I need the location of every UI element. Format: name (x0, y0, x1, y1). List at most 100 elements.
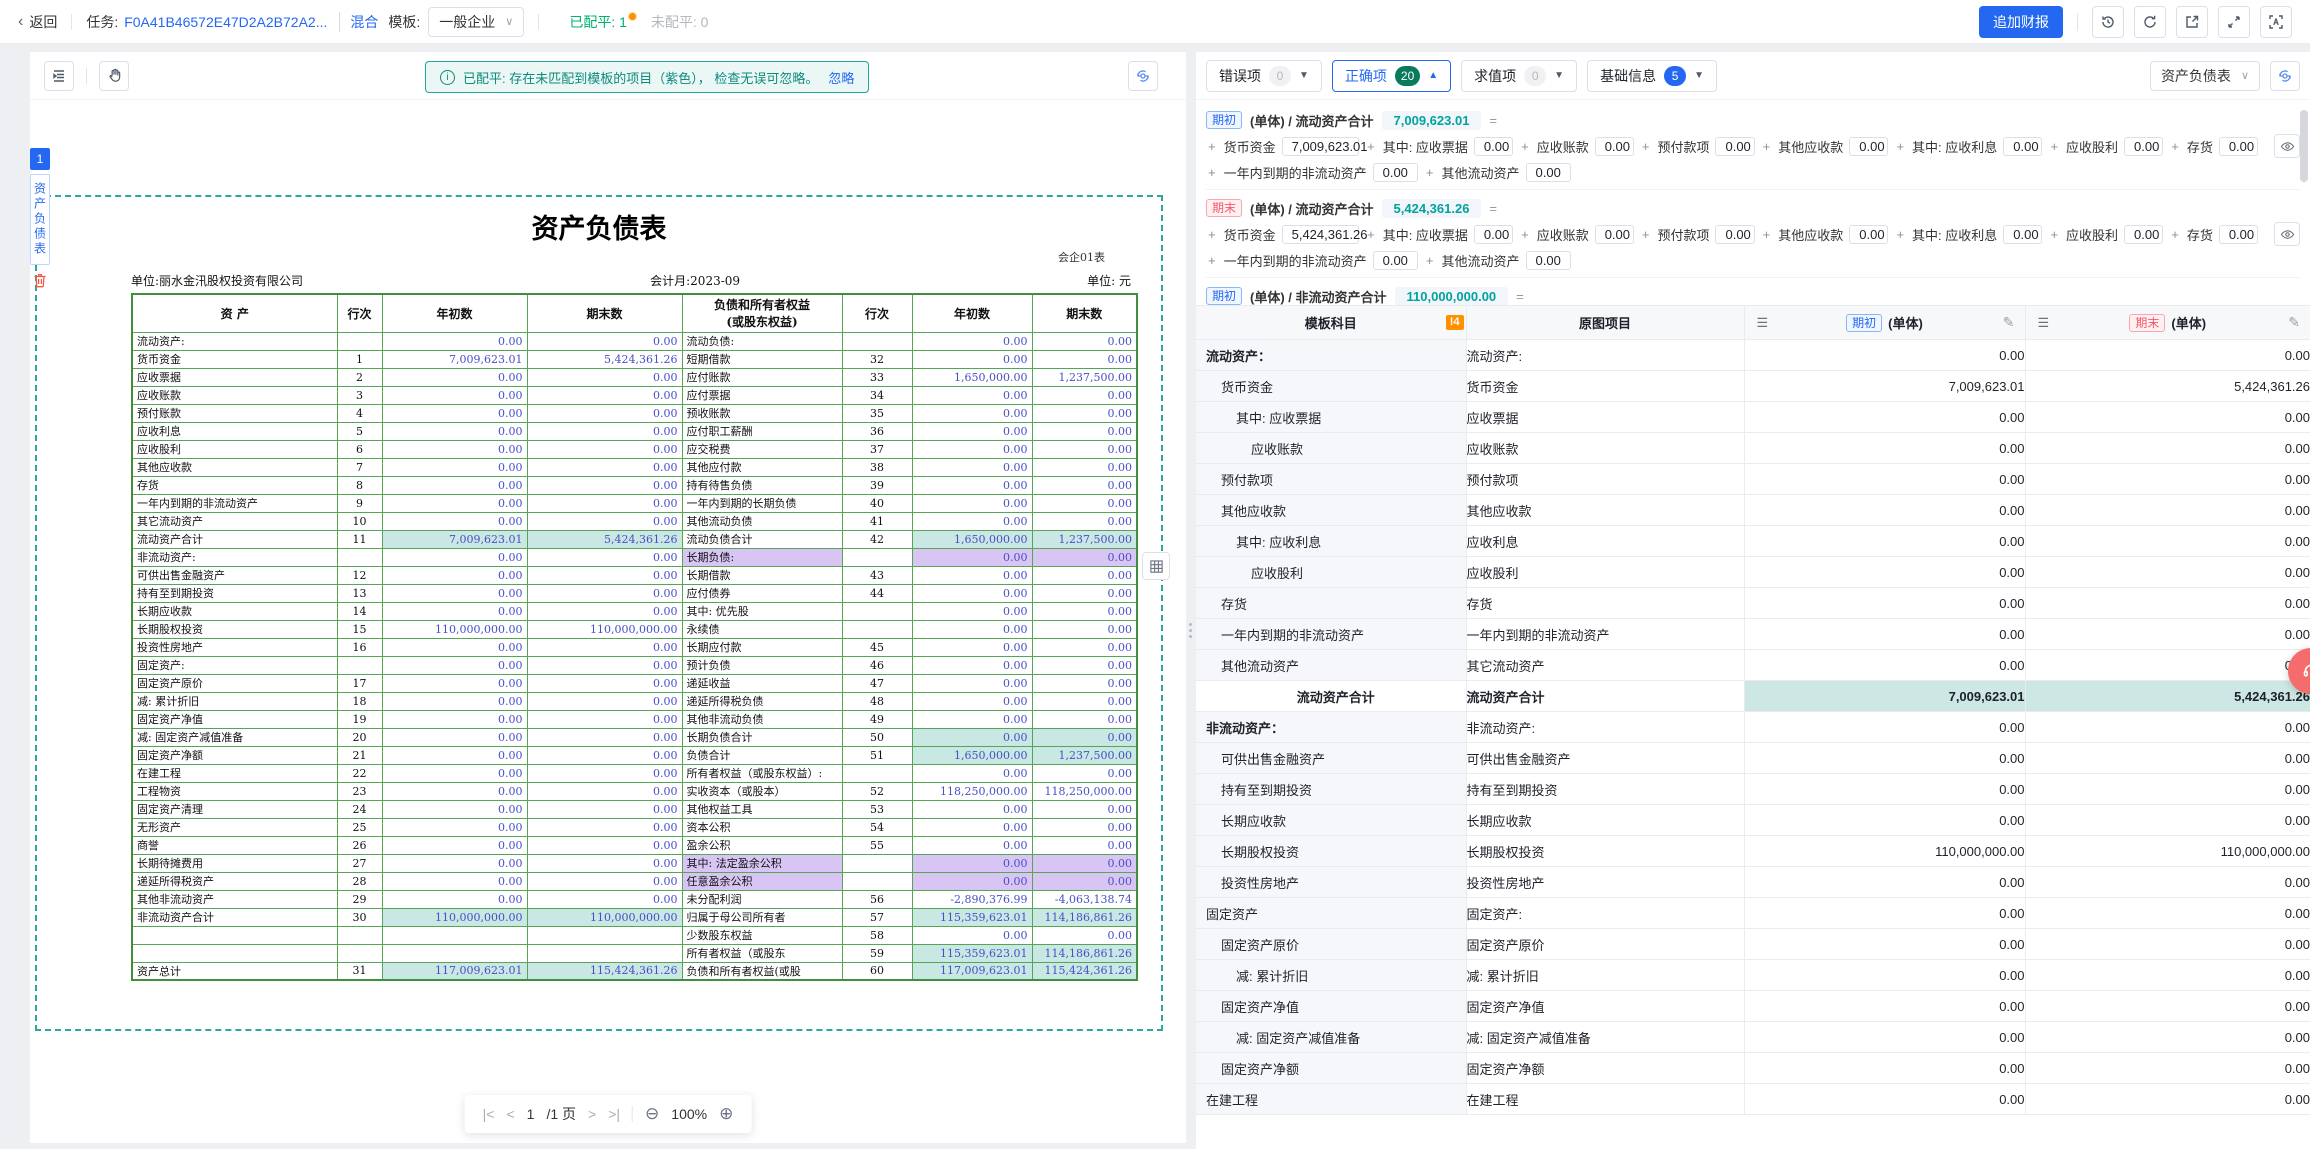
doc-amount-cell[interactable]: 115,424,361.26 (527, 962, 682, 980)
map-end-value[interactable]: 0.00 (2025, 743, 2310, 774)
doc-line-number[interactable]: 18 (337, 692, 382, 710)
doc-line-number[interactable]: 42 (842, 530, 912, 548)
map-end-value[interactable]: 0.00 (2025, 650, 2310, 681)
map-end-value[interactable]: 0.00 (2025, 774, 2310, 805)
doc-amount-cell[interactable]: 0.00 (382, 404, 527, 422)
map-original-item[interactable]: 减: 固定资产减值准备 (1466, 1022, 1744, 1053)
map-begin-value[interactable]: 0.00 (1744, 557, 2025, 588)
map-begin-value[interactable]: 0.00 (1744, 433, 2025, 464)
doc-amount-cell[interactable]: 0.00 (912, 494, 1032, 512)
doc-item-label[interactable]: 递延收益 (682, 674, 842, 692)
doc-amount-cell[interactable]: 0.00 (1032, 386, 1137, 404)
refresh-icon-button[interactable] (2134, 6, 2166, 38)
doc-amount-cell[interactable]: 118,250,000.00 (912, 782, 1032, 800)
doc-item-label[interactable]: 应付账款 (682, 368, 842, 386)
doc-amount-cell[interactable]: 0.00 (382, 710, 527, 728)
doc-amount-cell[interactable]: 7,009,623.01 (382, 530, 527, 548)
doc-amount-cell[interactable]: 0.00 (527, 386, 682, 404)
menu-icon[interactable]: ☰ (1757, 315, 1769, 331)
doc-amount-cell[interactable]: 7,009,623.01 (382, 350, 527, 368)
doc-line-number[interactable] (842, 548, 912, 566)
map-original-item[interactable]: 应收票据 (1466, 402, 1744, 433)
formula-term-value[interactable]: 0.00 (1474, 137, 1513, 156)
doc-line-number[interactable]: 53 (842, 800, 912, 818)
map-template-subject[interactable]: 应收账款 (1196, 433, 1466, 464)
doc-line-number[interactable]: 20 (337, 728, 382, 746)
map-row[interactable]: 一年内到期的非流动资产一年内到期的非流动资产0.000.00 (1196, 619, 2310, 650)
map-end-value[interactable]: 0.00 (2025, 619, 2310, 650)
map-end-value[interactable]: 5,424,361.26 (2025, 371, 2310, 402)
doc-line-number[interactable]: 16 (337, 638, 382, 656)
map-end-value[interactable]: 0.00 (2025, 588, 2310, 619)
doc-item-label[interactable]: 少数股东权益 (682, 926, 842, 944)
doc-item-label[interactable]: 长期待摊费用 (132, 854, 337, 872)
doc-line-number[interactable]: 54 (842, 818, 912, 836)
doc-amount-cell[interactable]: -4,063,138.74 (1032, 890, 1137, 908)
doc-amount-cell[interactable]: 0.00 (527, 584, 682, 602)
map-end-value[interactable]: 0.00 (2025, 340, 2310, 371)
doc-amount-cell[interactable]: 0.00 (527, 872, 682, 890)
prev-page-button[interactable]: < (506, 1106, 514, 1122)
map-begin-value[interactable]: 0.00 (1744, 650, 2025, 681)
doc-amount-cell[interactable]: 0.00 (382, 854, 527, 872)
map-template-subject[interactable]: 其中: 应收票据 (1196, 402, 1466, 433)
table-grid-button[interactable] (1142, 552, 1170, 580)
doc-line-number[interactable] (842, 602, 912, 620)
doc-line-number[interactable]: 34 (842, 386, 912, 404)
map-end-value[interactable]: 0.00 (2025, 929, 2310, 960)
map-template-subject[interactable]: 固定资产净值 (1196, 991, 1466, 1022)
map-row[interactable]: 长期应收款长期应收款0.000.00 (1196, 805, 2310, 836)
map-row[interactable]: 应收股利应收股利0.000.00 (1196, 557, 2310, 588)
formula-term-value[interactable]: 0.00 (2124, 225, 2163, 244)
map-original-item[interactable]: 长期股权投资 (1466, 836, 1744, 867)
doc-line-number[interactable]: 43 (842, 566, 912, 584)
formula-term-value[interactable]: 0.00 (1849, 137, 1888, 156)
scrollbar-thumb[interactable] (2300, 110, 2308, 182)
map-original-item[interactable]: 预付款项 (1466, 464, 1744, 495)
doc-item-label[interactable]: 持有待售负债 (682, 476, 842, 494)
doc-amount-cell[interactable]: 1,650,000.00 (912, 368, 1032, 386)
doc-item-label[interactable]: 一年内到期的非流动资产 (132, 494, 337, 512)
doc-amount-cell[interactable]: 0.00 (382, 638, 527, 656)
map-end-value[interactable]: 0.00 (2025, 1053, 2310, 1084)
map-begin-value[interactable]: 0.00 (1744, 743, 2025, 774)
doc-amount-cell[interactable]: 0.00 (1032, 656, 1137, 674)
doc-line-number[interactable]: 37 (842, 440, 912, 458)
doc-amount-cell[interactable]: 0.00 (527, 494, 682, 512)
doc-line-number[interactable]: 35 (842, 404, 912, 422)
doc-amount-cell[interactable]: 0.00 (527, 710, 682, 728)
doc-item-label[interactable]: 负债和所有者权益(或股 (682, 962, 842, 980)
doc-line-number[interactable]: 45 (842, 638, 912, 656)
doc-item-label[interactable]: 其中: 法定盈余公积 (682, 854, 842, 872)
map-template-subject[interactable]: 可供出售金融资产 (1196, 743, 1466, 774)
map-begin-value[interactable]: 7,009,623.01 (1744, 681, 2025, 712)
doc-item-label[interactable]: 其他应收款 (132, 458, 337, 476)
outline-toggle-button[interactable] (44, 61, 74, 91)
doc-amount-cell[interactable]: 0.00 (912, 836, 1032, 854)
doc-line-number[interactable]: 49 (842, 710, 912, 728)
doc-line-number[interactable]: 13 (337, 584, 382, 602)
doc-amount-cell[interactable]: 0.00 (382, 566, 527, 584)
map-row[interactable]: 其他应收款其他应收款0.000.00 (1196, 495, 2310, 526)
doc-item-label[interactable]: 长期股权投资 (132, 620, 337, 638)
doc-amount-cell[interactable]: 0.00 (1032, 638, 1137, 656)
eye-button[interactable] (2274, 222, 2300, 246)
doc-line-number[interactable]: 46 (842, 656, 912, 674)
doc-line-number[interactable]: 56 (842, 890, 912, 908)
map-original-item[interactable]: 其他应收款 (1466, 495, 1744, 526)
map-template-subject[interactable]: 固定资产净额 (1196, 1053, 1466, 1084)
doc-amount-cell[interactable]: 0.00 (527, 800, 682, 818)
doc-line-number[interactable] (842, 764, 912, 782)
doc-item-label[interactable]: 其他流动负债 (682, 512, 842, 530)
map-template-subject[interactable]: 减: 固定资产减值准备 (1196, 1022, 1466, 1053)
doc-amount-cell[interactable]: 118,250,000.00 (1032, 782, 1137, 800)
doc-item-label[interactable]: 应收利息 (132, 422, 337, 440)
doc-amount-cell[interactable] (527, 926, 682, 944)
doc-amount-cell[interactable]: 0.00 (1032, 476, 1137, 494)
map-begin-value[interactable]: 0.00 (1744, 464, 2025, 495)
doc-amount-cell[interactable]: 0.00 (382, 764, 527, 782)
doc-line-number[interactable]: 40 (842, 494, 912, 512)
menu-icon[interactable]: ☰ (2038, 315, 2050, 331)
doc-item-label[interactable]: 归属于母公司所有者 (682, 908, 842, 926)
doc-line-number[interactable]: 8 (337, 476, 382, 494)
